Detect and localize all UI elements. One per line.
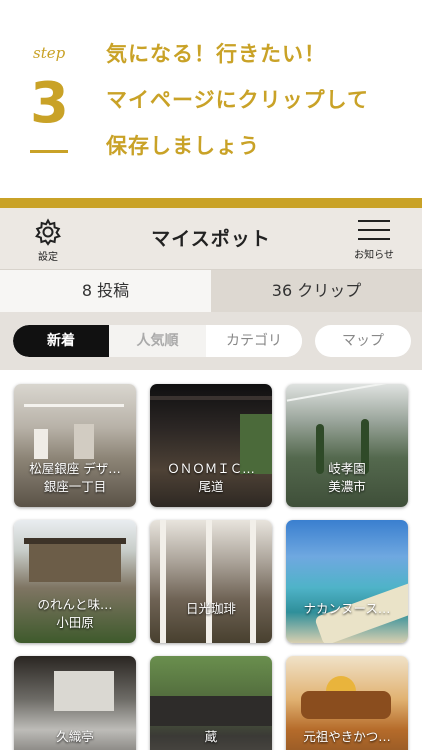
spot-caption: ナカンヌース…: [290, 600, 404, 618]
sort-popular[interactable]: 人気順: [109, 325, 206, 357]
promo-line-3: 保存しましょう: [106, 134, 260, 158]
spot-name: 岐孝園: [328, 461, 366, 476]
spot-name: 久織亭: [56, 729, 94, 744]
spot-card[interactable]: ＯＮＯＭＩＣ… 尾道: [150, 384, 272, 507]
card-photo-detail: [160, 520, 166, 643]
spot-card[interactable]: 日光珈琲: [150, 520, 272, 643]
promo-line-1: 気になる！行きたい！: [106, 42, 326, 66]
sort-toggle: 新着 人気順 カテゴリ: [13, 325, 302, 357]
segment-control: 8 投稿 36 クリップ: [0, 270, 422, 312]
spot-caption: 松屋銀座 デザ… 銀座一丁目: [18, 460, 132, 496]
card-photo-detail: [29, 542, 121, 582]
spot-card[interactable]: 松屋銀座 デザ… 銀座一丁目: [14, 384, 136, 507]
spot-name: 日光珈琲: [185, 601, 236, 616]
spot-caption: 久織亭: [18, 728, 132, 746]
app-screen: 設定 マイスポット お知らせ 8 投稿 36 クリップ 新着 人気順 カテゴリ …: [0, 208, 422, 750]
spot-name: ナカンヌース…: [303, 601, 391, 616]
promo-banner: step 3 気になる！行きたい！ マイページにクリップして 保存しましょう: [0, 0, 422, 198]
spot-name: のれんと味…: [37, 597, 113, 612]
card-photo-detail: [150, 396, 272, 400]
filter-bar: 新着 人気順 カテゴリ マップ: [0, 312, 422, 370]
spot-caption: のれんと味… 小田原: [18, 596, 132, 632]
spot-card[interactable]: 岐孝園 美濃市: [286, 384, 408, 507]
spot-caption: 岐孝園 美濃市: [290, 460, 404, 496]
spot-card[interactable]: のれんと味… 小田原: [14, 520, 136, 643]
card-photo-detail: [74, 424, 94, 459]
card-photo-detail: [150, 696, 272, 726]
promo-text: 気になる！行きたい！ マイページにクリップして 保存しましょう: [106, 38, 369, 176]
promo-line-2: マイページにクリップして: [106, 88, 369, 112]
nav-bar: 設定 マイスポット お知らせ: [0, 208, 422, 270]
spot-area: 尾道: [198, 479, 224, 494]
sort-category[interactable]: カテゴリ: [206, 325, 302, 357]
card-photo-detail: [206, 520, 212, 643]
card-photo-detail: [286, 384, 408, 402]
news-button[interactable]: お知らせ: [346, 220, 402, 261]
spot-card[interactable]: 元祖やきかつ…: [286, 656, 408, 750]
spot-card[interactable]: 蔵: [150, 656, 272, 750]
card-photo-detail: [34, 429, 48, 459]
gear-icon: [28, 218, 68, 246]
step-underline: [30, 150, 68, 153]
tab-posts[interactable]: 8 投稿: [0, 270, 211, 312]
spot-area: 美濃市: [328, 479, 366, 494]
card-photo-detail: [54, 671, 114, 711]
divider-bar: [0, 198, 422, 208]
card-photo-detail: [250, 520, 256, 643]
spot-grid: 松屋銀座 デザ… 銀座一丁目 ＯＮＯＭＩＣ… 尾道 岐孝園 美濃市 のれんと味……: [0, 370, 422, 750]
spot-area: 銀座一丁目: [43, 479, 107, 494]
spot-name: 松屋銀座 デザ…: [29, 461, 121, 476]
map-button[interactable]: マップ: [315, 325, 411, 357]
spot-name: 元祖やきかつ…: [303, 729, 391, 744]
settings-button[interactable]: 設定: [28, 218, 68, 263]
spot-name: ＯＮＯＭＩＣ…: [167, 461, 255, 476]
card-photo-detail: [24, 404, 124, 407]
spot-caption: 蔵: [154, 728, 268, 746]
step-number: 3: [30, 71, 69, 136]
spot-caption: 日光珈琲: [154, 600, 268, 618]
spot-card[interactable]: ナカンヌース…: [286, 520, 408, 643]
news-label: お知らせ: [354, 250, 394, 261]
menu-icon: [346, 220, 402, 240]
sort-newest[interactable]: 新着: [13, 325, 109, 357]
spot-caption: ＯＮＯＭＩＣ… 尾道: [154, 460, 268, 496]
settings-label: 設定: [38, 252, 58, 263]
spot-area: 小田原: [56, 615, 94, 630]
step-label: step: [33, 44, 66, 62]
spot-name: 蔵: [204, 729, 218, 744]
card-photo-detail: [301, 691, 391, 719]
tab-clips[interactable]: 36 クリップ: [211, 270, 422, 312]
card-photo-detail: [24, 538, 126, 544]
spot-caption: 元祖やきかつ…: [290, 728, 404, 746]
spot-card[interactable]: 久織亭: [14, 656, 136, 750]
